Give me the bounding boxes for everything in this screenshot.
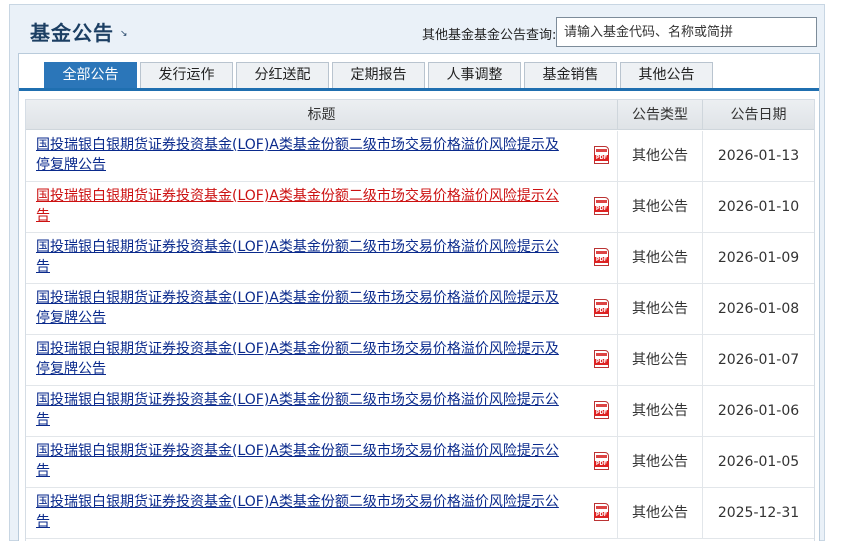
table-row: 国投瑞银白银期货证券投资基金(LOF)A类基金份额二级市场交易价格溢价风险提示公… [26, 437, 814, 488]
table-row: 国投瑞银白银期货证券投资基金(LOF)A类基金份额二级市场交易价格溢价风险提示公… [26, 233, 814, 284]
pdf-icon[interactable]: PDF [594, 197, 609, 215]
corner-arrow-icon: ↘ [120, 29, 128, 39]
title-cell: 国投瑞银白银期货证券投资基金(LOF)A类基金份额二级市场交易价格溢价风险提示及… [26, 284, 617, 335]
title-cell: 国投瑞银白银期货证券投资基金(LOF)A类基金份额二级市场交易价格溢价风险提示公… [26, 386, 617, 437]
search-input[interactable] [556, 17, 817, 47]
date-cell: 2026-01-13 [702, 131, 814, 182]
title-cell: 国投瑞银白银期货证券投资基金(LOF)A类基金份额二级市场交易价格溢价风险提示及… [26, 131, 617, 182]
type-cell: 其他公告 [617, 386, 702, 437]
announcement-link[interactable]: 国投瑞银白银期货证券投资基金(LOF)A类基金份额二级市场交易价格溢价风险提示公… [36, 237, 566, 277]
tab-personnel[interactable]: 人事调整 [428, 62, 521, 88]
table-row: 国投瑞银白银期货证券投资基金(LOF)A类基金份额二级市场交易价格溢价风险提示及… [26, 131, 814, 182]
tab-sales[interactable]: 基金销售 [524, 62, 617, 88]
pdf-icon[interactable]: PDF [594, 248, 609, 266]
pdf-icon[interactable]: PDF [594, 299, 609, 317]
type-cell: 其他公告 [617, 233, 702, 284]
announcement-link[interactable]: 国投瑞银白银期货证券投资基金(LOF)A类基金份额二级市场交易价格溢价风险提示公… [36, 441, 566, 481]
announcement-link[interactable]: 国投瑞银白银期货证券投资基金(LOF)A类基金份额二级市场交易价格溢价风险提示及… [36, 288, 566, 328]
announcement-link[interactable]: 国投瑞银白银期货证券投资基金(LOF)A类基金份额二级市场交易价格溢价风险提示及… [36, 339, 566, 379]
announcement-link[interactable]: 国投瑞银白银期货证券投资基金(LOF)A类基金份额二级市场交易价格溢价风险提示公… [36, 492, 566, 532]
title-cell: 国投瑞银白银期货证券投资基金(LOF)A类基金份额二级市场交易价格溢价风险提示公… [26, 233, 617, 284]
column-header-title: 标题 [307, 107, 336, 123]
table-row: 国投瑞银白银期货证券投资基金(LOF)A类基金份额二级市场交易价格溢价风险提示公… [26, 386, 814, 437]
announcement-table: 标题 公告类型 公告日期 国投瑞银白银期货证券投资基金(LOF)A类基金份额二级… [25, 99, 815, 541]
announcement-panel: 全部公告 发行运作 分红送配 定期报告 人事调整 基金销售 其他公告 标题 公告… [18, 53, 820, 541]
pdf-icon[interactable]: PDF [594, 452, 609, 470]
announcement-link[interactable]: 国投瑞银白银期货证券投资基金(LOF)A类基金份额二级市场交易价格溢价风险提示公… [36, 390, 566, 430]
date-cell: 2026-01-10 [702, 182, 814, 233]
tab-all[interactable]: 全部公告 [44, 62, 137, 88]
announcement-link[interactable]: 国投瑞银白银期货证券投资基金(LOF)A类基金份额二级市场交易价格溢价风险提示及… [36, 135, 566, 175]
tab-issuance[interactable]: 发行运作 [140, 62, 233, 88]
title-cell: 国投瑞银白银期货证券投资基金(LOF)A类基金份额二级市场交易价格溢价风险提示公… [26, 182, 617, 233]
pdf-icon[interactable]: PDF [594, 146, 609, 164]
title-cell: 国投瑞银白银期货证券投资基金(LOF)A类基金份额二级市场交易价格溢价风险提示公… [26, 488, 617, 539]
pdf-icon[interactable]: PDF [594, 350, 609, 368]
search-label: 其他基金基金公告查询: [422, 28, 557, 43]
table-row: 国投瑞银白银期货证券投资基金(LOF)A类基金份额二级市场交易价格溢价风险提示及… [26, 335, 814, 386]
tab-other[interactable]: 其他公告 [620, 62, 713, 88]
title-cell: 国投瑞银白银期货证券投资基金(LOF)A类基金份额二级市场交易价格溢价风险提示公… [26, 437, 617, 488]
type-cell: 其他公告 [617, 437, 702, 488]
date-cell: 2026-01-07 [702, 335, 814, 386]
table-header: 标题 公告类型 公告日期 [26, 100, 814, 130]
page-title: 基金公告 [30, 21, 114, 45]
type-cell: 其他公告 [617, 182, 702, 233]
table-row: 国投瑞银白银期货证券投资基金(LOF)A类基金份额二级市场交易价格溢价风险提示公… [26, 182, 814, 233]
table-row: 国投瑞银白银期货证券投资基金(LOF)A类基金份额二级市场交易价格溢价风险提示公… [26, 488, 814, 539]
date-cell: 2026-01-06 [702, 386, 814, 437]
date-cell: 2026-01-05 [702, 437, 814, 488]
tab-periodic-report[interactable]: 定期报告 [332, 62, 425, 88]
pdf-icon[interactable]: PDF [594, 401, 609, 419]
date-cell: 2026-01-09 [702, 233, 814, 284]
announcement-link[interactable]: 国投瑞银白银期货证券投资基金(LOF)A类基金份额二级市场交易价格溢价风险提示公… [36, 186, 566, 226]
title-cell: 国投瑞银白银期货证券投资基金(LOF)A类基金份额二级市场交易价格溢价风险提示及… [26, 335, 617, 386]
header: 基金公告 ↘ 其他基金基金公告查询: [10, 5, 824, 52]
column-header-date: 公告日期 [702, 100, 814, 130]
date-cell: 2026-01-08 [702, 284, 814, 335]
date-cell: 2025-12-31 [702, 488, 814, 539]
table-row: 国投瑞银白银期货证券投资基金(LOF)A类基金份额二级市场交易价格溢价风险提示及… [26, 284, 814, 335]
announcement-frame: 基金公告 ↘ 其他基金基金公告查询: 全部公告 发行运作 分红送配 定期报告 人… [9, 4, 825, 541]
column-header-type: 公告类型 [617, 100, 702, 130]
type-cell: 其他公告 [617, 335, 702, 386]
tab-dividend[interactable]: 分红送配 [236, 62, 329, 88]
tab-bar: 全部公告 发行运作 分红送配 定期报告 人事调整 基金销售 其他公告 [19, 54, 819, 91]
type-cell: 其他公告 [617, 131, 702, 182]
type-cell: 其他公告 [617, 284, 702, 335]
pdf-icon[interactable]: PDF [594, 503, 609, 521]
type-cell: 其他公告 [617, 488, 702, 539]
